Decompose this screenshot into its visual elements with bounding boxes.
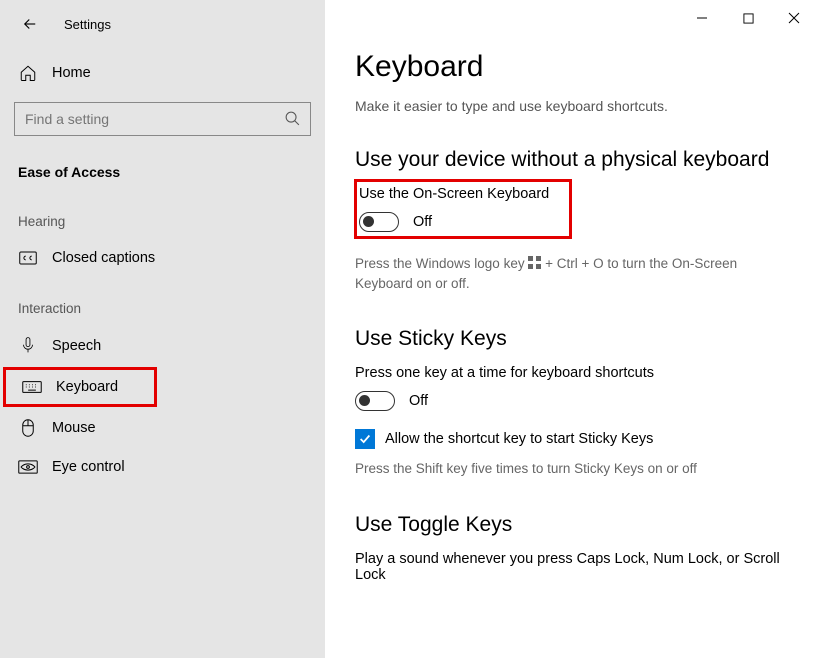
nav-mouse[interactable]: Mouse: [0, 408, 325, 448]
nav-home-label: Home: [52, 65, 91, 81]
window-controls: [692, 8, 804, 28]
nav-eye-control[interactable]: Eye control: [0, 448, 325, 486]
mouse-icon: [18, 419, 38, 437]
search-container: [14, 102, 311, 136]
maximize-button[interactable]: [738, 8, 758, 28]
check-icon: [358, 432, 372, 446]
nav-keyboard[interactable]: Keyboard: [4, 368, 156, 406]
nav-keyboard-label: Keyboard: [56, 379, 118, 395]
keyboard-icon: [22, 380, 42, 394]
sticky-toggle[interactable]: [355, 391, 395, 411]
maximize-icon: [743, 13, 754, 24]
group-interaction: Interaction: [0, 277, 325, 326]
titlebar: Settings: [0, 12, 325, 46]
nav-speech[interactable]: Speech: [0, 326, 325, 366]
sticky-help: Press the Shift key five times to turn S…: [355, 459, 788, 479]
onscreen-keyboard-toggle[interactable]: [359, 212, 399, 232]
microphone-icon: [18, 337, 38, 355]
main-content: Keyboard Make it easier to type and use …: [325, 0, 818, 658]
back-button[interactable]: [18, 12, 42, 36]
closed-captions-icon: [18, 251, 38, 265]
onscreen-keyboard-help: Press the Windows logo key + Ctrl + O to…: [355, 254, 788, 293]
eye-icon: [18, 460, 38, 474]
window-title: Settings: [64, 17, 111, 32]
nav-mouse-label: Mouse: [52, 420, 96, 436]
section-togglekeys-title: Use Toggle Keys: [355, 513, 788, 537]
search-input[interactable]: [14, 102, 311, 136]
section-sticky-title: Use Sticky Keys: [355, 327, 788, 351]
sticky-desc: Press one key at a time for keyboard sho…: [355, 365, 788, 381]
togglekeys-desc: Play a sound whenever you press Caps Loc…: [355, 551, 788, 583]
home-icon: [18, 64, 38, 82]
onscreen-keyboard-section: Use the On-Screen Keyboard Off: [355, 180, 571, 238]
sticky-toggle-row: Off: [355, 391, 788, 411]
sticky-state: Off: [409, 393, 428, 409]
sticky-shortcut-checkbox[interactable]: [355, 429, 375, 449]
onscreen-keyboard-toggle-row: Off: [359, 212, 561, 232]
section-no-physical-title: Use your device without a physical keybo…: [355, 148, 788, 172]
arrow-left-icon: [21, 15, 39, 33]
nav-closed-captions[interactable]: Closed captions: [0, 239, 325, 277]
search-icon: [284, 110, 301, 127]
nav-eye-control-label: Eye control: [52, 459, 125, 475]
close-button[interactable]: [784, 8, 804, 28]
group-hearing: Hearing: [0, 190, 325, 239]
nav-speech-label: Speech: [52, 338, 101, 354]
sidebar: Settings Home Ease of Access Hearing Clo…: [0, 0, 325, 658]
close-icon: [788, 12, 800, 24]
category-header: Ease of Access: [0, 148, 325, 190]
page-heading: Keyboard: [355, 50, 788, 84]
minimize-icon: [696, 12, 708, 24]
nav-home[interactable]: Home: [0, 56, 325, 90]
page-subtitle: Make it easier to type and use keyboard …: [355, 98, 788, 114]
minimize-button[interactable]: [692, 8, 712, 28]
onscreen-keyboard-state: Off: [413, 214, 432, 230]
nav-closed-captions-label: Closed captions: [52, 250, 155, 266]
windows-key-icon: [528, 256, 541, 269]
sticky-shortcut-label: Allow the shortcut key to start Sticky K…: [385, 431, 653, 447]
sticky-shortcut-row: Allow the shortcut key to start Sticky K…: [355, 429, 788, 449]
onscreen-keyboard-label: Use the On-Screen Keyboard: [359, 186, 561, 202]
